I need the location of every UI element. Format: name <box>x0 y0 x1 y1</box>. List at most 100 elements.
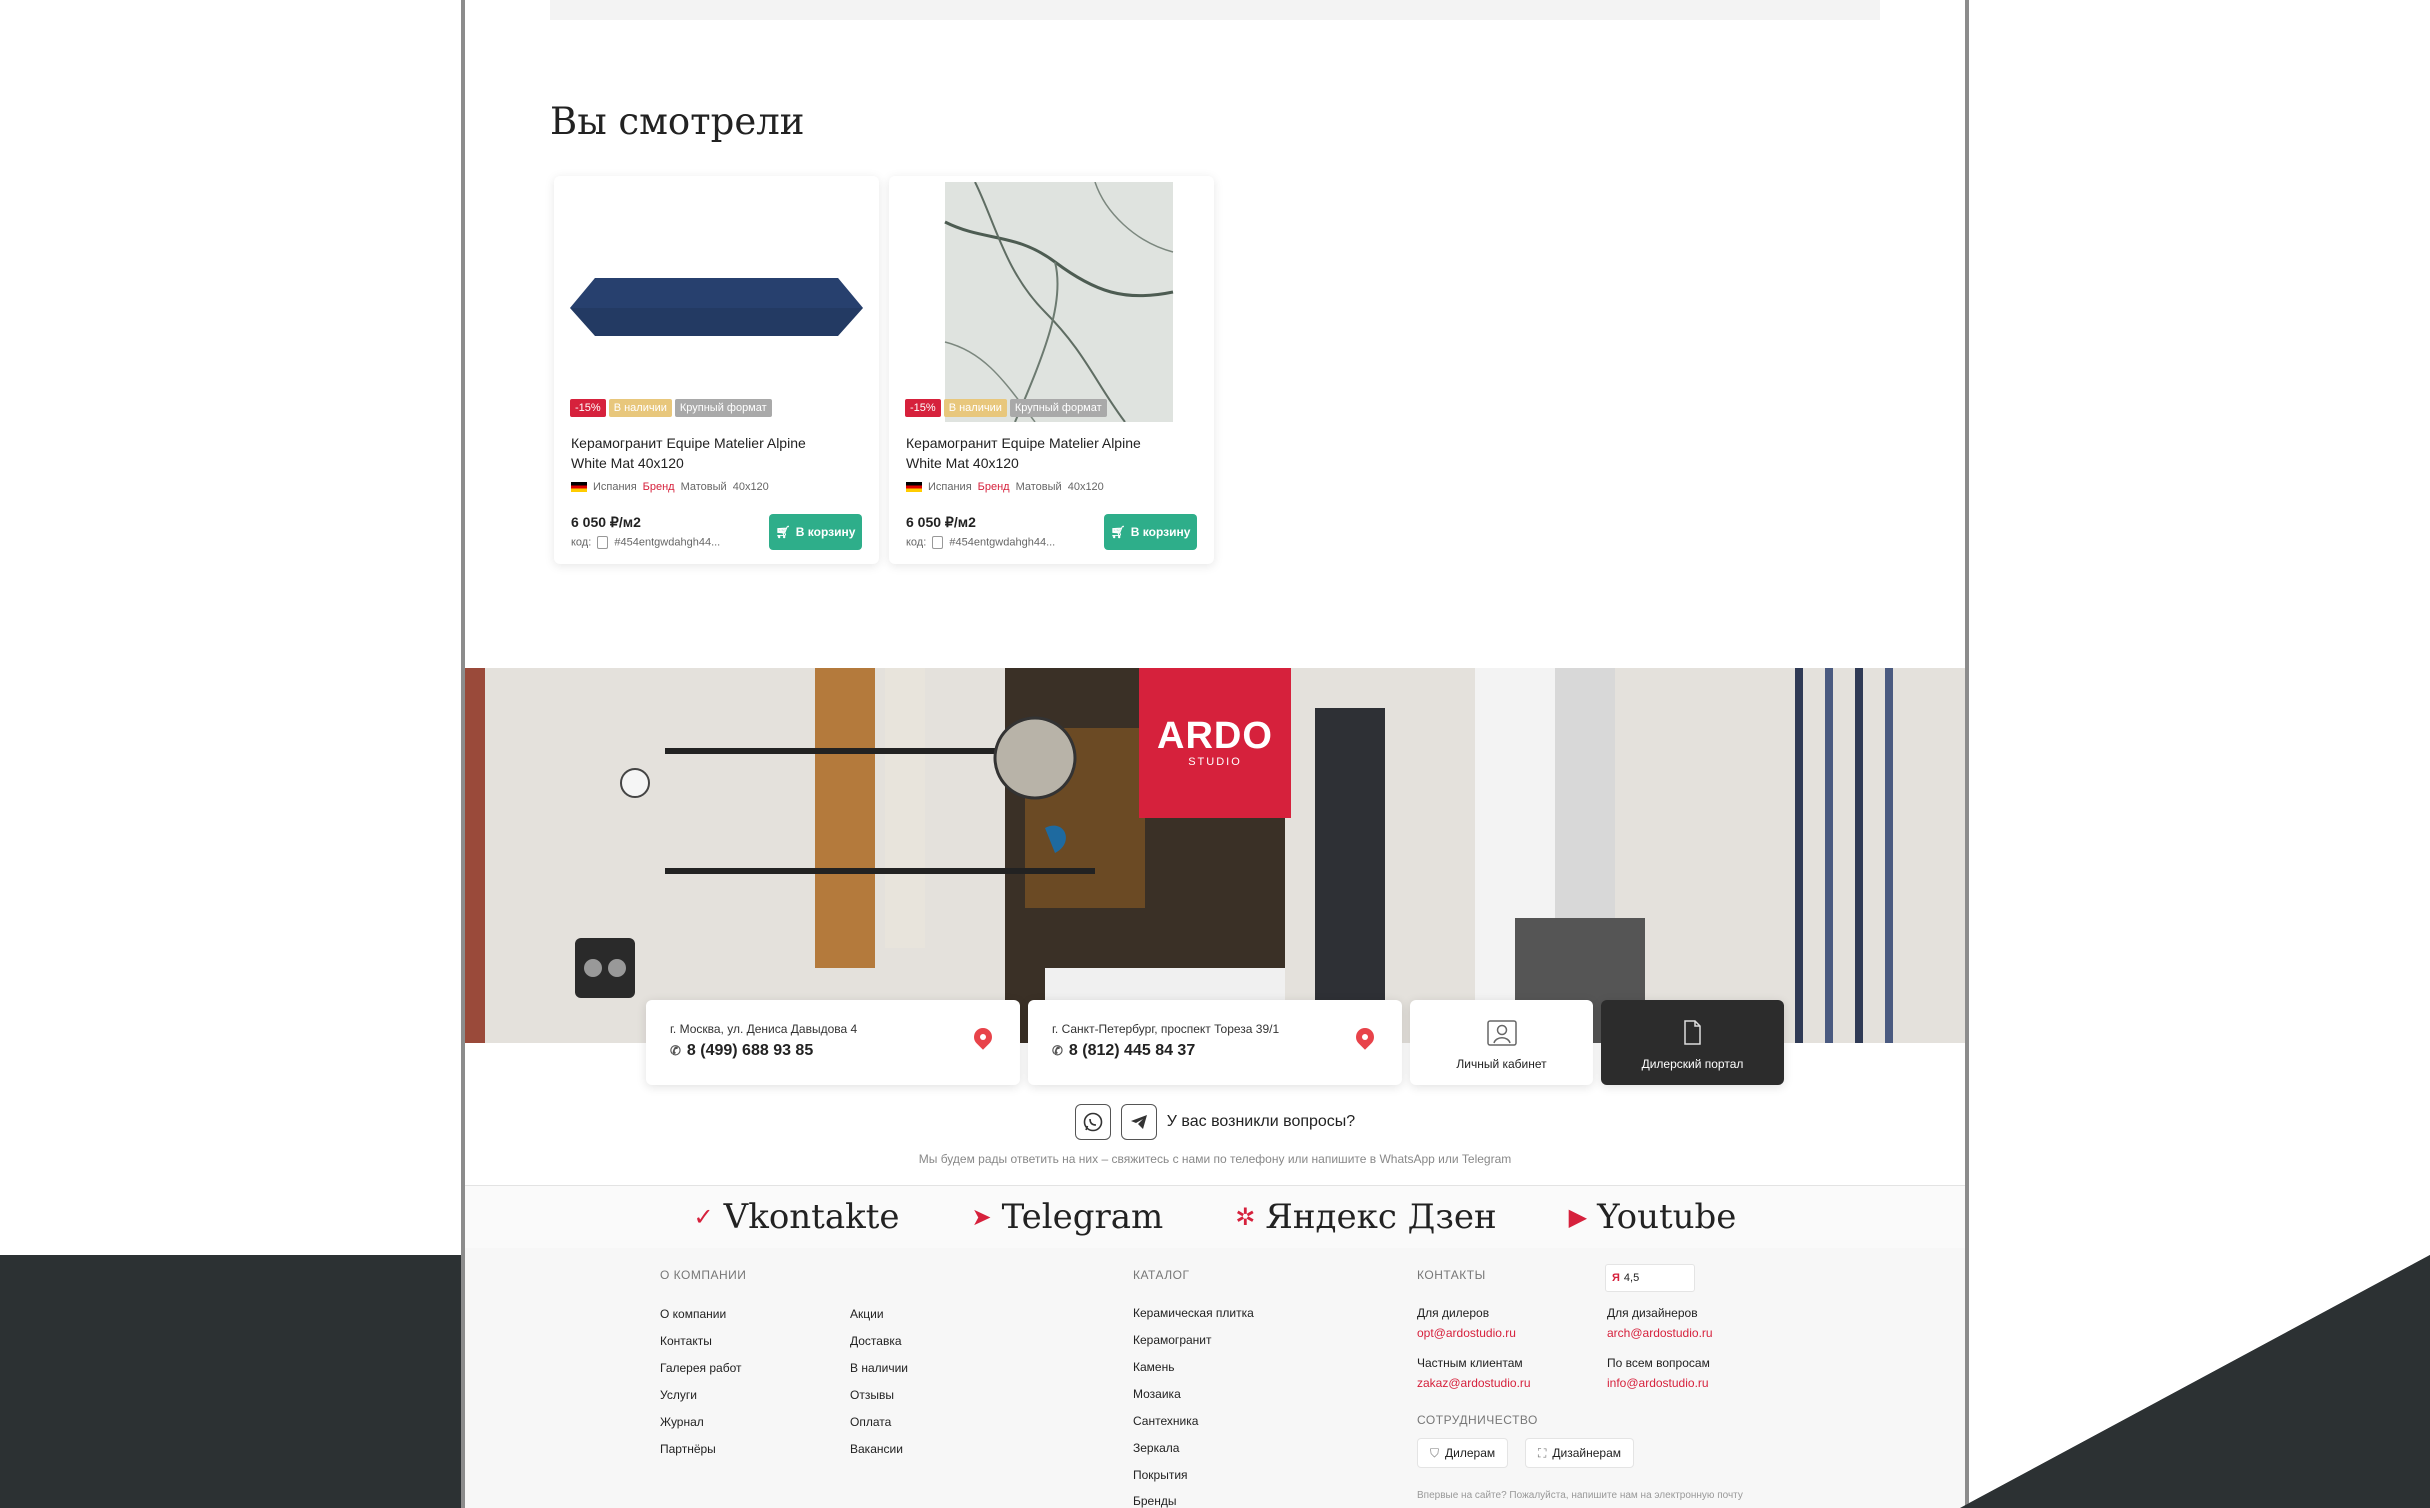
map-pin-icon[interactable] <box>970 1024 996 1050</box>
product-badges: -15% В наличии Крупный формат <box>570 399 772 417</box>
catalog-link[interactable]: Керамогранит <box>1133 1333 1212 1347</box>
spb-phone[interactable]: ✆ 8 (812) 445 84 37 <box>1052 1042 1195 1060</box>
personal-cabinet-button[interactable]: Личный кабинет <box>1410 1000 1593 1085</box>
catalog-link[interactable]: Камень <box>1133 1360 1174 1374</box>
footer-link[interactable]: Услуги <box>660 1388 697 1402</box>
product-image[interactable] <box>895 181 1208 423</box>
footer-link[interactable]: Контакты <box>660 1334 712 1348</box>
catalog-link[interactable]: Сантехника <box>1133 1414 1198 1428</box>
cart-icon: 🛒︎ <box>1110 525 1126 539</box>
footer-link[interactable]: Отзывы <box>850 1388 894 1402</box>
product-name[interactable]: Керамогранит Equipe Matelier Alpine Whit… <box>906 433 1166 473</box>
building-icon <box>1683 1020 1701 1045</box>
all-questions-label: По всем вопросам <box>1607 1356 1710 1370</box>
cooperation-designers-button[interactable]: ⛶ Дизайнерам <box>1525 1438 1635 1468</box>
cooperation-title: Сотрудничество <box>1417 1413 1538 1427</box>
footer-company-title: О компании <box>660 1268 747 1282</box>
footer-link[interactable]: Партнёры <box>660 1442 716 1456</box>
footer-link[interactable]: Акции <box>850 1307 884 1321</box>
private-email[interactable]: zakaz@ardostudio.ru <box>1417 1376 1531 1390</box>
product-country: Испания <box>928 481 972 493</box>
showroom-banner: ARDO STUDIO <box>465 668 1965 1043</box>
designers-label: Для дизайнеров <box>1607 1306 1698 1320</box>
product-finish: Матовый <box>1015 481 1062 493</box>
dealer-portal-button[interactable]: Дилерский портал <box>1601 1000 1784 1085</box>
footer-contacts-title: Контакты <box>1417 1268 1486 1282</box>
yandex-icon: Я <box>1612 1272 1620 1284</box>
rating-value: 4,5 <box>1623 1272 1640 1284</box>
social-telegram[interactable]: ➤ Telegram <box>972 1197 1164 1237</box>
catalog-link[interactable]: Покрытия <box>1133 1468 1188 1482</box>
telegram-icon[interactable] <box>1120 1104 1157 1140</box>
questions-row: У вас возникли вопросы? <box>465 1104 1965 1140</box>
footer-link[interactable]: Доставка <box>850 1334 902 1348</box>
footer-link[interactable]: Оплата <box>850 1415 891 1429</box>
dealer-icon: ⛉ <box>1430 1445 1440 1460</box>
catalog-link[interactable]: Мозаика <box>1133 1387 1181 1401</box>
product-card[interactable]: -15% В наличии Крупный формат Керамогран… <box>554 176 879 564</box>
social-youtube[interactable]: ▶ Youtube <box>1569 1197 1737 1237</box>
logo-sub: STUDIO <box>1188 756 1242 768</box>
catalog-link[interactable]: Бренды <box>1133 1494 1176 1508</box>
whatsapp-icon[interactable] <box>1074 1104 1111 1140</box>
all-questions-email[interactable]: info@ardostudio.ru <box>1607 1376 1709 1390</box>
designers-email[interactable]: arch@ardostudio.ru <box>1607 1326 1713 1340</box>
catalog-link[interactable]: Зеркала <box>1133 1441 1179 1455</box>
logo-main: ARDO <box>1157 715 1273 757</box>
product-size: 40х120 <box>1067 481 1104 493</box>
sale-badge: -15% <box>570 399 606 417</box>
product-meta: Испания Бренд Матовый 40х120 <box>571 481 769 493</box>
moscow-contact-card[interactable]: г. Москва, ул. Дениса Давыдова 4 ✆ 8 (49… <box>646 1000 1020 1085</box>
product-image[interactable] <box>560 182 873 422</box>
add-to-cart-button[interactable]: 🛒︎ В корзину <box>1104 514 1197 550</box>
copy-icon[interactable] <box>932 536 944 549</box>
add-to-cart-button[interactable]: 🛒︎ В корзину <box>769 514 862 550</box>
questions-subtitle: Мы будем рады ответить на них – свяжитес… <box>918 1152 1512 1166</box>
footer-link[interactable]: О компании <box>660 1307 726 1321</box>
product-code: код: #454entgwdahgh44... <box>906 536 1055 549</box>
ardo-logo[interactable]: ARDO STUDIO <box>1139 668 1291 818</box>
dealers-email[interactable]: opt@ardostudio.ru <box>1417 1326 1516 1340</box>
cooperation-dealers-button[interactable]: ⛉ Дилерам <box>1417 1438 1509 1468</box>
viewed-section-title: Вы смотрели <box>550 100 805 143</box>
moscow-phone-number: 8 (499) 688 93 85 <box>686 1042 814 1059</box>
footer-link[interactable]: Вакансии <box>850 1442 903 1456</box>
footer-link[interactable]: Журнал <box>660 1415 704 1429</box>
format-badge: Крупный формат <box>1009 399 1107 417</box>
cart-icon: 🛒︎ <box>775 525 791 539</box>
stock-badge: В наличии <box>943 399 1007 417</box>
vk-icon: ✓ <box>693 1203 714 1231</box>
product-finish: Матовый <box>680 481 727 493</box>
youtube-icon: ▶ <box>1568 1203 1588 1231</box>
social-dzen[interactable]: ✲ Яндекс Дзен <box>1235 1197 1496 1237</box>
social-vk[interactable]: ✓ Vkontakte <box>694 1197 900 1237</box>
footer <box>465 1248 1965 1508</box>
spb-contact-card[interactable]: г. Санкт-Петербург, проспект Тореза 39/1… <box>1028 1000 1402 1085</box>
social-dzen-label: Яндекс Дзен <box>1265 1197 1497 1237</box>
previous-section-bottom <box>550 0 1880 20</box>
product-card[interactable]: -15% В наличии Крупный формат Керамогран… <box>889 176 1214 564</box>
moscow-phone[interactable]: ✆ 8 (499) 688 93 85 <box>670 1042 813 1060</box>
product-meta: Испания Бренд Матовый 40х120 <box>906 481 1104 493</box>
map-pin-icon[interactable] <box>1352 1024 1378 1050</box>
code-label: код: <box>906 536 927 549</box>
product-name[interactable]: Керамогранит Equipe Matelier Alpine Whit… <box>571 433 831 473</box>
yandex-rating-badge[interactable]: Я 4,5 <box>1605 1264 1695 1292</box>
product-brand[interactable]: Бренд <box>978 481 1010 493</box>
footer-note: Впервые на сайте? Пожалуйста, напишите н… <box>1417 1490 1743 1501</box>
dzen-icon: ✲ <box>1235 1203 1256 1231</box>
flag-icon <box>571 482 587 492</box>
product-brand[interactable]: Бренд <box>643 481 675 493</box>
footer-link[interactable]: В наличии <box>850 1361 908 1375</box>
footer-link[interactable]: Галерея работ <box>660 1361 741 1375</box>
stock-badge: В наличии <box>608 399 672 417</box>
page-frame: Вы смотрели -15% В наличии Крупный форма… <box>461 0 1969 1508</box>
catalog-link[interactable]: Керамическая плитка <box>1133 1306 1254 1320</box>
product-code: код: #454entgwdahgh44... <box>571 536 720 549</box>
code-value: #454entgwdahgh44... <box>949 536 1056 549</box>
questions-title: У вас возникли вопросы? <box>1166 1113 1356 1130</box>
copy-icon[interactable] <box>597 536 609 549</box>
cart-button-label: В корзину <box>1130 525 1191 539</box>
social-vk-label: Vkontakte <box>723 1197 900 1237</box>
flag-icon <box>906 482 922 492</box>
